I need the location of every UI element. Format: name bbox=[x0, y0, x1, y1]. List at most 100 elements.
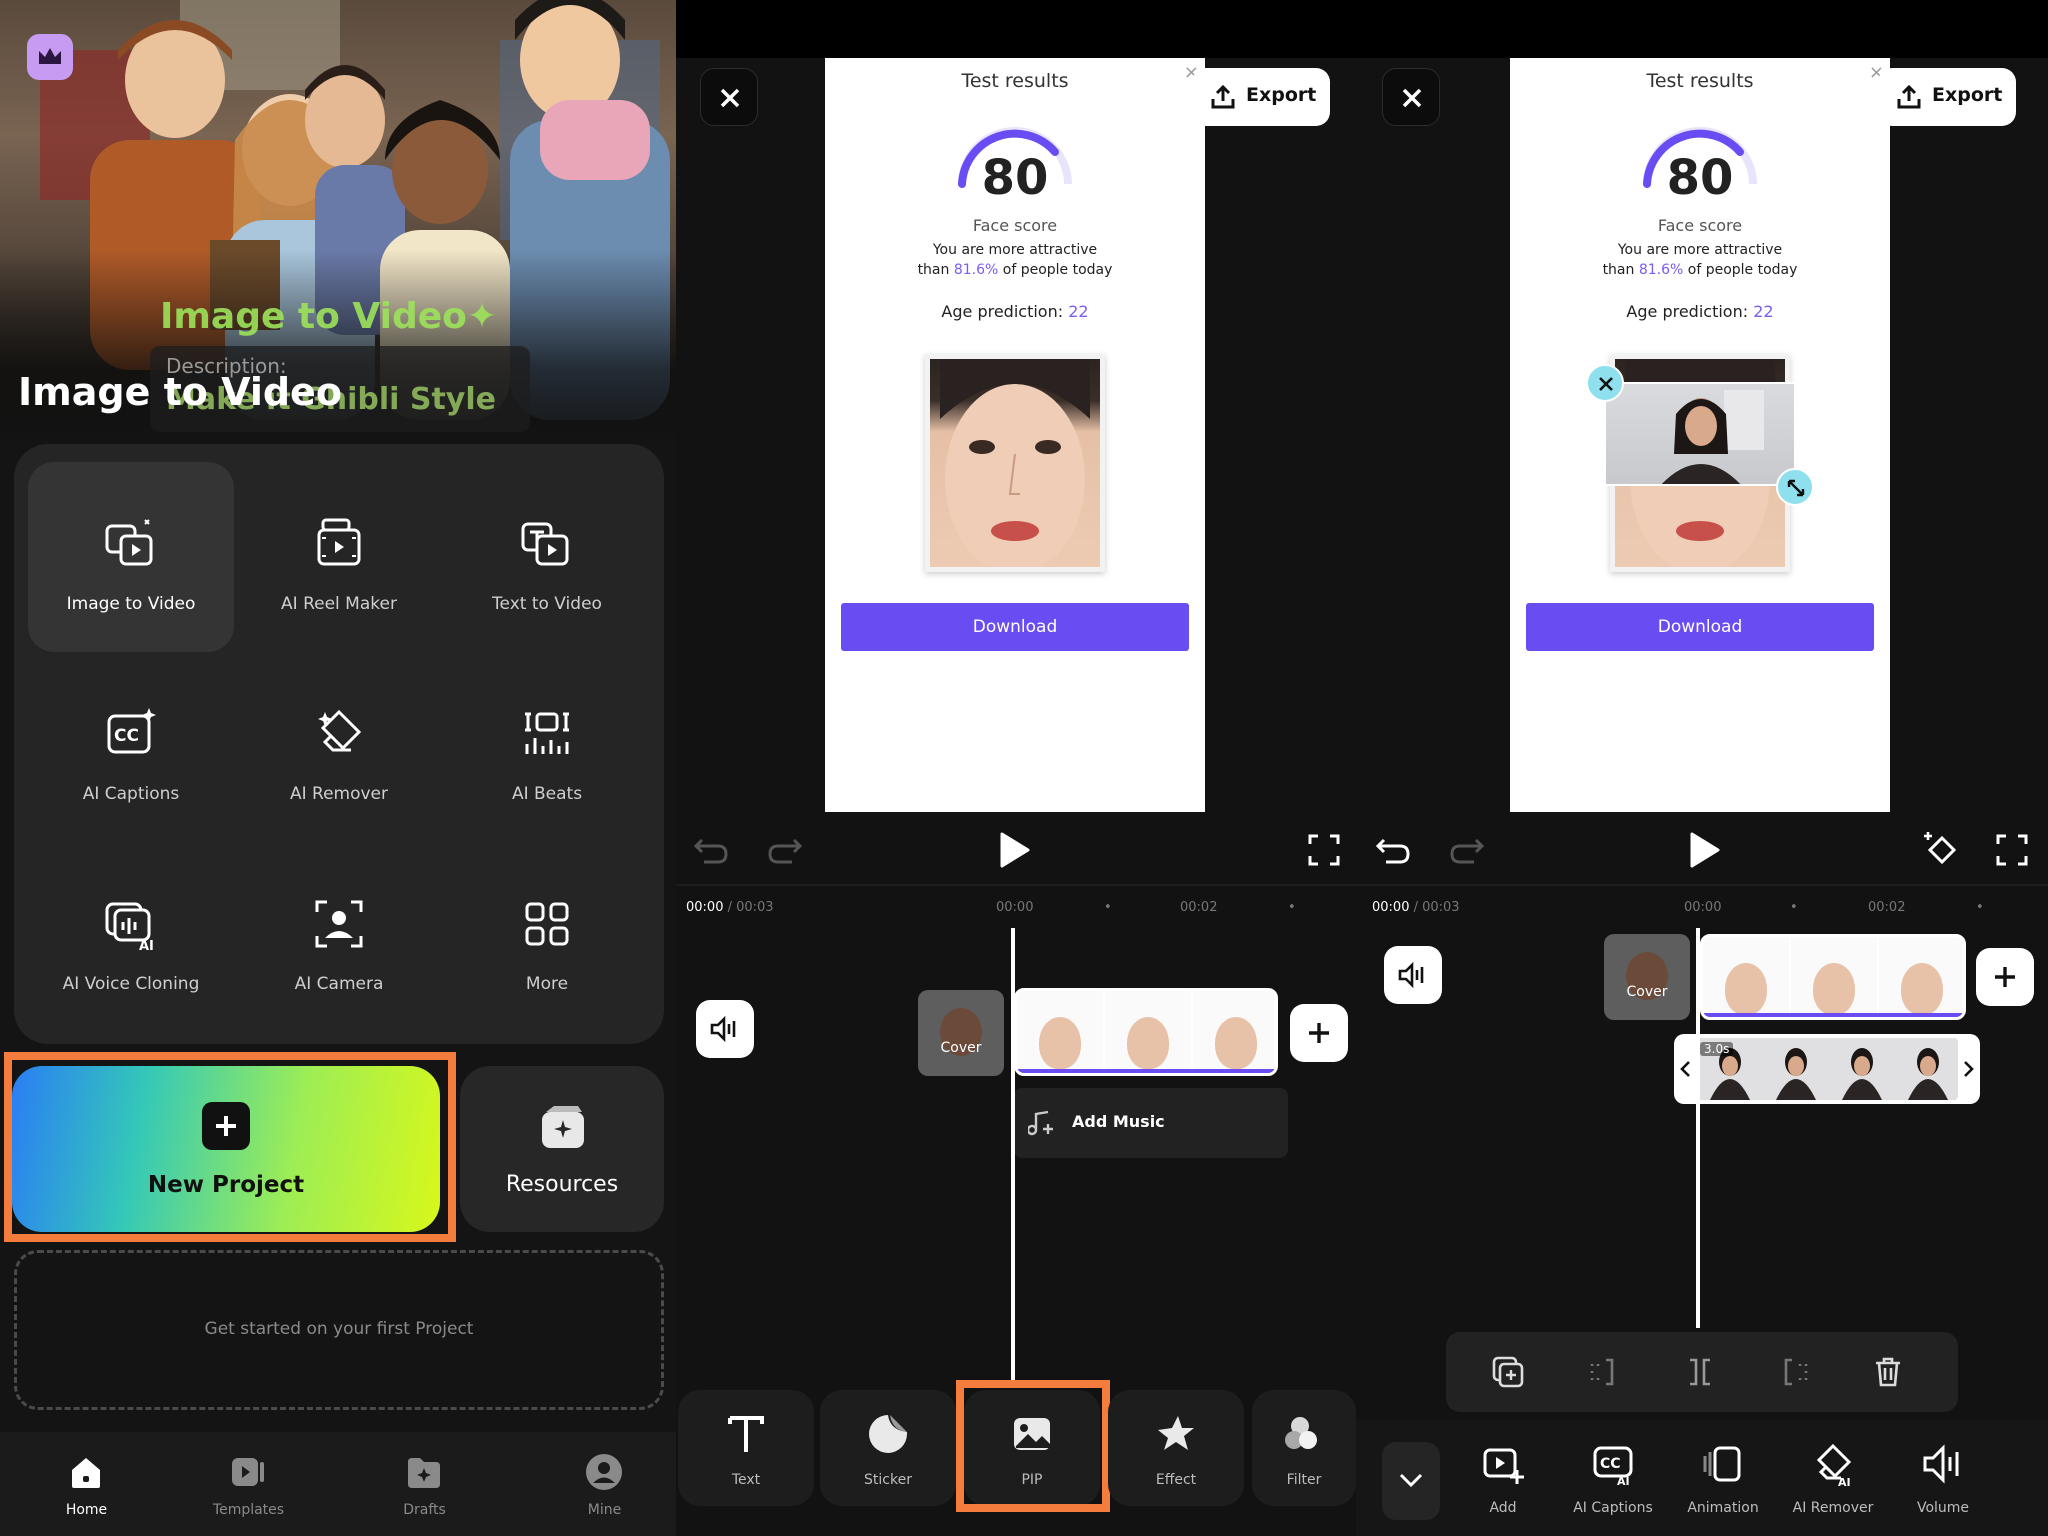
trim-start-icon[interactable] bbox=[1586, 1354, 1622, 1390]
preview-title: Test results bbox=[1646, 70, 1754, 92]
tool-image-to-video[interactable]: Image to Video bbox=[28, 462, 234, 652]
tool-add[interactable]: Add bbox=[1448, 1422, 1558, 1532]
resources-button[interactable]: Resources bbox=[460, 1066, 664, 1232]
tool-ai-beats[interactable]: AI Beats bbox=[444, 652, 650, 842]
mute-button[interactable] bbox=[1384, 946, 1442, 1004]
playhead[interactable] bbox=[1011, 928, 1015, 1388]
face-score-label: Face score bbox=[972, 216, 1058, 235]
highlight-frame bbox=[956, 1380, 1110, 1512]
tool-label: AI Camera bbox=[294, 974, 384, 994]
pip-track[interactable]: 3.0s bbox=[1674, 1034, 1980, 1104]
play-icon[interactable] bbox=[996, 830, 1032, 870]
tool-ai-remover[interactable]: AI AI Remover bbox=[1778, 1422, 1888, 1532]
redo-icon[interactable] bbox=[764, 832, 804, 868]
tool-ai-voice-cloning[interactable]: AI AI Voice Cloning bbox=[28, 842, 234, 1032]
tool-label: AI Captions bbox=[82, 784, 180, 804]
tool-more[interactable]: More bbox=[444, 842, 650, 1032]
main-track[interactable] bbox=[1700, 934, 1966, 1020]
video-preview[interactable]: Test results × 80 Face score You are mor… bbox=[1510, 58, 1890, 812]
tool-sticker[interactable]: Sticker bbox=[820, 1390, 956, 1506]
frame-thumb bbox=[1879, 937, 1963, 1017]
tool-ai-camera[interactable]: AI Camera bbox=[236, 842, 442, 1032]
redo-icon[interactable] bbox=[1446, 832, 1486, 868]
face-score-value: 80 bbox=[1666, 150, 1734, 206]
image-to-video-icon bbox=[105, 519, 153, 566]
undo-icon[interactable] bbox=[692, 832, 732, 868]
add-music-track[interactable]: Add Music bbox=[1014, 1088, 1288, 1158]
keyframe-icon[interactable] bbox=[1922, 830, 1962, 870]
tool-animation[interactable]: Animation bbox=[1668, 1422, 1778, 1532]
tick-0: 00:00 bbox=[996, 900, 1034, 915]
svg-text:CC: CC bbox=[1600, 1456, 1621, 1472]
trim-right-handle[interactable] bbox=[1958, 1034, 1980, 1104]
hero-banner[interactable]: Image to Video✦ Description: Make it Ghi… bbox=[0, 0, 676, 450]
trim-left-handle[interactable] bbox=[1674, 1034, 1696, 1104]
nav-home[interactable]: Home bbox=[2, 1432, 171, 1536]
video-preview[interactable]: Test results × 80 Face score You are mor… bbox=[825, 58, 1205, 812]
cover-thumb[interactable]: Cover bbox=[918, 990, 1004, 1076]
clip-actions-bar bbox=[1446, 1332, 1958, 1412]
tool-ai-captions[interactable]: CC AI AI Captions bbox=[1558, 1422, 1668, 1532]
tool-text[interactable]: Text bbox=[678, 1390, 814, 1506]
tool-filter[interactable]: Filter bbox=[1252, 1390, 1356, 1506]
fullscreen-icon[interactable] bbox=[1994, 832, 2030, 868]
face-photo bbox=[925, 354, 1105, 572]
nav-templates[interactable]: Templates bbox=[164, 1432, 333, 1536]
line2-suffix: of people today bbox=[1683, 262, 1798, 278]
nav-mine[interactable]: Mine bbox=[520, 1432, 676, 1536]
tick-dot: • bbox=[1790, 900, 1798, 915]
download-button[interactable]: Download bbox=[841, 603, 1189, 651]
nav-label: Mine bbox=[587, 1502, 622, 1518]
nav-drafts[interactable]: Drafts bbox=[340, 1432, 509, 1536]
close-button[interactable] bbox=[700, 68, 758, 126]
track-accent bbox=[1703, 1013, 1963, 1017]
voice-cloning-icon: AI bbox=[105, 902, 154, 954]
tick-dot: • bbox=[1104, 900, 1112, 915]
trim-end-icon[interactable] bbox=[1776, 1354, 1812, 1390]
tool-ai-remover[interactable]: AI Remover bbox=[236, 652, 442, 842]
tool-effect[interactable]: Effect bbox=[1108, 1390, 1244, 1506]
export-label: Export bbox=[1932, 84, 2003, 106]
download-button[interactable]: Download bbox=[1526, 603, 1874, 651]
animation-icon bbox=[1703, 1446, 1741, 1482]
empty-projects-area[interactable]: Get started on your first Project bbox=[14, 1250, 664, 1410]
preview-title: Test results bbox=[961, 70, 1069, 92]
add-clip-button[interactable] bbox=[1976, 948, 2034, 1006]
frame-thumb bbox=[1703, 937, 1789, 1017]
delete-icon[interactable] bbox=[1870, 1354, 1906, 1390]
playhead[interactable] bbox=[1696, 928, 1700, 1328]
fullscreen-icon[interactable] bbox=[1306, 832, 1342, 868]
duplicate-icon[interactable] bbox=[1490, 1354, 1526, 1390]
collapse-button[interactable] bbox=[1382, 1442, 1440, 1520]
tool-text-to-video[interactable]: Text to Video bbox=[444, 462, 650, 652]
undo-icon[interactable] bbox=[1374, 832, 1414, 868]
hero-overlay-title: Image to Video✦ bbox=[160, 296, 498, 337]
face-score-value: 80 bbox=[981, 150, 1049, 206]
split-icon[interactable] bbox=[1682, 1354, 1718, 1390]
percentile-value: 81.6% bbox=[953, 262, 999, 278]
add-music-label: Add Music bbox=[1072, 1112, 1165, 1131]
add-clip-button[interactable] bbox=[1290, 1004, 1348, 1062]
pip-overlay[interactable] bbox=[1604, 382, 1796, 486]
tool-ai-captions[interactable]: CC AI Captions bbox=[28, 652, 234, 842]
frame-thumb bbox=[1791, 937, 1877, 1017]
frame-thumb bbox=[1017, 991, 1103, 1073]
export-button[interactable]: Export bbox=[1192, 68, 1330, 126]
pip-remove-button[interactable] bbox=[1586, 364, 1624, 402]
tool-label: AI Beats bbox=[511, 784, 583, 804]
crown-icon bbox=[39, 48, 61, 64]
mute-button[interactable] bbox=[696, 1000, 754, 1058]
main-track[interactable] bbox=[1014, 988, 1278, 1076]
home-screen: Image to Video✦ Description: Make it Ghi… bbox=[0, 0, 676, 1536]
tool-ai-reel-maker[interactable]: AI Reel Maker bbox=[236, 462, 442, 652]
attractive-line-1: You are more attractive bbox=[1617, 242, 1783, 258]
play-icon[interactable] bbox=[1686, 830, 1722, 870]
export-button[interactable]: Export bbox=[1878, 68, 2016, 126]
pip-resize-handle[interactable] bbox=[1776, 468, 1814, 506]
tool-volume[interactable]: Volume bbox=[1888, 1422, 1998, 1532]
close-button[interactable] bbox=[1382, 68, 1440, 126]
premium-badge[interactable] bbox=[27, 34, 73, 80]
age-prediction: Age prediction: 22 bbox=[825, 302, 1205, 321]
music-note-icon bbox=[1028, 1110, 1053, 1136]
cover-thumb[interactable]: Cover bbox=[1604, 934, 1690, 1020]
